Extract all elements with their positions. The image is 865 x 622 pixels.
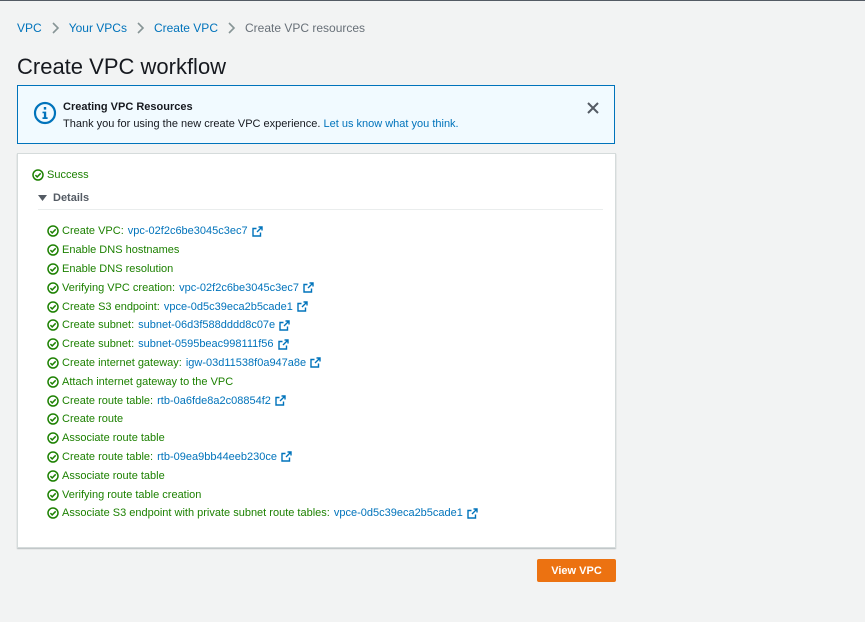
info-icon	[33, 101, 57, 125]
status-success: Success	[32, 169, 89, 181]
step-item: Verifying VPC creation: vpc-02f2c6be3045c…	[47, 278, 478, 297]
check-circle-icon	[47, 376, 59, 388]
resource-link[interactable]: rtb-0a6fde8a2c08854f2	[157, 395, 271, 407]
step-text: Create route	[62, 413, 124, 426]
step-item: Associate route table	[47, 466, 478, 485]
step-item: Associate route table	[47, 429, 478, 448]
resource-link[interactable]: subnet-06d3f588dddd8c07e	[138, 319, 275, 331]
resource-link[interactable]: vpce-0d5c39eca2b5cade1	[334, 507, 463, 519]
external-link-icon[interactable]	[277, 338, 289, 350]
external-link-icon[interactable]	[279, 320, 290, 331]
chevron-right-icon	[136, 22, 145, 34]
step-text: Create S3 endpoint:	[62, 300, 160, 313]
steps-list: Create VPC: vpc-02f2c6be3045c3ec7 Enable D…	[47, 222, 478, 523]
step-item: Create internet gateway: igw-03d11538f0a9…	[47, 354, 478, 373]
resource-link[interactable]: subnet-0595beac998111f56	[138, 338, 273, 350]
step-item: Verifying route table creation	[47, 485, 478, 504]
external-link-icon[interactable]	[310, 357, 321, 369]
step-item: Enable DNS hostnames	[47, 241, 478, 260]
check-circle-icon	[47, 507, 59, 520]
step-text: Create subnet:	[62, 338, 135, 351]
resource-link[interactable]: vpce-0d5c39eca2b5cade1	[164, 301, 293, 313]
external-link-icon[interactable]	[275, 395, 286, 406]
feedback-link[interactable]: Let us know what you think.	[323, 118, 458, 130]
breadcrumb: VPC Your VPCs Create VPC Create VPC reso…	[17, 21, 365, 35]
step-text: Verifying VPC creation:	[62, 281, 176, 294]
step-item: Attach internet gateway to the VPC	[47, 372, 478, 391]
step-text: Create subnet:	[62, 319, 135, 332]
chevron-right-icon	[227, 22, 236, 34]
step-item: Associate S3 endpoint with private subne…	[47, 504, 478, 523]
page-title: Create VPC workflow	[17, 54, 227, 79]
step-item: Create route table: rtb-09ea9bb44eeb230ce	[47, 448, 478, 467]
flash-message: Thank you for using the new create VPC e…	[63, 118, 459, 130]
resource-link[interactable]: vpc-02f2c6be3045c3ec7	[128, 225, 248, 237]
step-text: Verifying route table creation	[62, 488, 202, 501]
status-label: Success	[47, 169, 89, 181]
step-text: Create route table:	[62, 450, 154, 463]
check-circle-icon	[47, 300, 59, 313]
check-circle-icon	[47, 451, 59, 463]
external-link-icon[interactable]	[467, 508, 478, 519]
external-link-icon[interactable]	[281, 451, 292, 463]
breadcrumb-link-your-vpcs[interactable]: Your VPCs	[69, 21, 127, 35]
step-item: Create subnet: subnet-0595beac998111f56	[47, 335, 478, 354]
step-text: Associate route table	[62, 432, 165, 445]
step-item: Create VPC: vpc-02f2c6be3045c3ec7	[47, 222, 478, 241]
check-circle-icon	[47, 413, 59, 426]
close-icon[interactable]	[586, 101, 600, 115]
check-circle-icon	[47, 319, 59, 332]
step-text: Attach internet gateway to the VPC	[62, 375, 234, 388]
check-circle-icon	[47, 470, 59, 482]
check-circle-icon	[47, 488, 59, 501]
check-circle-icon	[47, 338, 59, 350]
check-circle-icon	[32, 169, 44, 181]
step-item: Create route table: rtb-0a6fde8a2c08854f2	[47, 391, 478, 410]
check-circle-icon	[47, 263, 59, 275]
chevron-right-icon	[51, 22, 60, 34]
step-text: Create VPC:	[62, 225, 124, 238]
step-text: Associate route table	[62, 469, 165, 482]
details-toggle[interactable]: Details	[38, 192, 603, 210]
flash-title: Creating VPC Resources	[63, 101, 193, 113]
check-circle-icon	[47, 357, 59, 369]
details-label: Details	[53, 192, 90, 204]
view-vpc-button[interactable]: View VPC	[537, 559, 616, 582]
step-text: Create route table:	[62, 394, 154, 407]
info-flash-banner: Creating VPC Resources Thank you for usi…	[17, 85, 615, 144]
step-text: Associate S3 endpoint with private subne…	[62, 507, 330, 520]
caret-down-icon	[38, 195, 47, 201]
resource-link[interactable]: vpc-02f2c6be3045c3ec7	[179, 282, 299, 294]
step-item: Create subnet: subnet-06d3f588dddd8c07e	[47, 316, 478, 335]
step-item: Enable DNS resolution	[47, 260, 478, 279]
check-circle-icon	[47, 394, 59, 407]
flash-message-text: Thank you for using the new create VPC e…	[63, 118, 321, 130]
breadcrumb-link-vpc[interactable]: VPC	[17, 21, 42, 35]
step-text: Create internet gateway:	[62, 356, 182, 369]
check-circle-icon	[47, 282, 59, 294]
external-link-icon[interactable]	[297, 301, 308, 312]
step-text: Enable DNS resolution	[62, 262, 174, 275]
step-item: Create S3 endpoint: vpce-0d5c39eca2b5cade…	[47, 297, 478, 316]
breadcrumb-link-create-vpc[interactable]: Create VPC	[154, 21, 218, 35]
step-text: Enable DNS hostnames	[62, 244, 180, 257]
check-circle-icon	[47, 432, 59, 444]
resource-link[interactable]: igw-03d11538f0a947a8e	[186, 357, 306, 369]
external-link-icon[interactable]	[303, 282, 314, 293]
check-circle-icon	[47, 225, 59, 238]
check-circle-icon	[47, 244, 59, 256]
breadcrumb-current: Create VPC resources	[244, 21, 366, 35]
step-item: Create route	[47, 410, 478, 429]
external-link-icon[interactable]	[251, 226, 263, 237]
progress-panel: Success Details Create VPC: vpc-02f2c6be3…	[17, 153, 616, 548]
resource-link[interactable]: rtb-09ea9bb44eeb230ce	[157, 451, 277, 463]
